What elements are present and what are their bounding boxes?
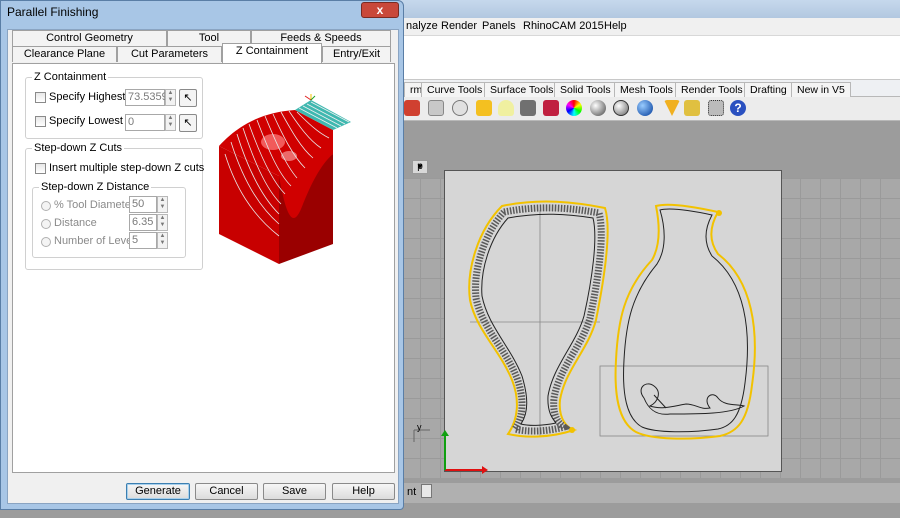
stepdown-distance-group: Step-down Z Distance % Tool Diameter 50 … [32, 181, 186, 258]
menu-help[interactable]: Help [604, 20, 627, 32]
y-axis-arrow-icon [441, 430, 449, 436]
number-of-levels-label: Number of Levels [54, 235, 141, 247]
tool-diameter-label: % Tool Diameter [54, 199, 135, 211]
toolbar-tab-mesh-tools[interactable]: Mesh Tools [614, 82, 679, 97]
viewport-drawing[interactable] [400, 170, 900, 480]
help-button[interactable]: Help [332, 483, 395, 500]
circle-tool-icon[interactable] [452, 100, 468, 116]
menu-analyze[interactable]: nalyze [406, 20, 438, 32]
viewport-tabs-bar [400, 483, 900, 503]
pick-highest-z-cursor-icon[interactable]: ↖ [179, 89, 197, 107]
right-vase-outline [623, 208, 748, 433]
toolbar-tab-render-tools[interactable]: Render Tools [675, 82, 749, 97]
z-containment-group-title: Z Containment [32, 71, 109, 83]
specify-lowest-z-checkbox[interactable] [35, 116, 46, 127]
tool-diameter-radio[interactable] [41, 201, 51, 211]
distance-stepper[interactable]: ▲ ▼ [157, 214, 168, 231]
toolbar-tab-surface-tools[interactable]: Surface Tools [484, 82, 560, 97]
left-vase-inner-edge [481, 213, 596, 426]
toolbar-tab-curve-tools[interactable]: Curve Tools [421, 82, 489, 97]
help-icon[interactable]: ? [730, 100, 746, 116]
blue-sphere-icon[interactable] [637, 100, 653, 116]
z-containment-group: Z Containment Specify Highest Z 73.5359 … [25, 71, 203, 139]
distance-label: Distance [54, 217, 97, 229]
stepdown-group-title: Step-down Z Cuts [32, 142, 125, 154]
distance-field[interactable]: 6.35 [129, 214, 157, 231]
number-of-levels-field[interactable]: 5 [129, 232, 157, 249]
z-containment-panel: Z Containment Specify Highest Z 73.5359 … [12, 63, 395, 473]
specify-highest-z-label: Specify Highest Z [49, 91, 136, 103]
specify-lowest-z-label: Specify Lowest Z [49, 115, 133, 127]
gear-icon[interactable] [684, 100, 700, 116]
highest-z-field[interactable]: 73.5359 [125, 89, 168, 106]
toolbar-tab-drafting[interactable]: Drafting [744, 82, 793, 97]
tool-diameter-stepper[interactable]: ▲ ▼ [157, 196, 168, 213]
tool-diameter-field[interactable]: 50 [129, 196, 157, 213]
stepdown-distance-title: Step-down Z Distance [39, 181, 152, 193]
tab-entry-exit[interactable]: Entry/Exit [322, 46, 391, 62]
material-icon[interactable] [543, 100, 559, 116]
axis-y-label: y [417, 422, 422, 432]
lock-icon[interactable] [520, 100, 536, 116]
lightbulb-icon[interactable] [498, 100, 514, 116]
lowest-z-field[interactable]: 0 [125, 114, 165, 131]
tool-red-icon[interactable] [404, 100, 420, 116]
curve-icon[interactable] [428, 100, 444, 116]
z-containment-preview-image [219, 94, 351, 264]
color-wheel-icon[interactable] [566, 100, 582, 116]
right-vase-start-point [716, 210, 722, 216]
insert-multiple-stepdown-checkbox[interactable] [35, 163, 46, 174]
parallel-finishing-dialog: Parallel Finishing x Control Geometry To… [0, 0, 404, 510]
tab-control-geometry[interactable]: Control Geometry [12, 30, 167, 46]
viewport-tab-dropdown[interactable] [421, 484, 432, 498]
x-axis-arrow-icon [482, 466, 488, 474]
toolbar-tab-solid-tools[interactable]: Solid Tools [554, 82, 617, 97]
menu-render[interactable]: Render [441, 20, 477, 32]
number-of-levels-stepper[interactable]: ▲ ▼ [157, 232, 168, 249]
stepdown-z-cuts-group: Step-down Z Cuts Insert multiple step-do… [25, 142, 205, 270]
menu-panels[interactable]: Panels [482, 20, 516, 32]
dimension-icon[interactable] [708, 100, 724, 116]
cancel-button[interactable]: Cancel [195, 483, 258, 500]
specify-highest-z-checkbox[interactable] [35, 92, 46, 103]
tab-z-containment[interactable]: Z Containment [222, 43, 322, 63]
point-tool-icon[interactable] [476, 100, 492, 116]
number-of-levels-radio[interactable] [41, 237, 51, 247]
highest-z-stepper[interactable]: ▲ ▼ [165, 89, 176, 106]
distance-radio[interactable] [41, 219, 51, 229]
dialog-title: Parallel Finishing [7, 5, 99, 19]
rendered-sphere-icon[interactable] [613, 100, 629, 116]
save-button[interactable]: Save [263, 483, 326, 500]
menu-rhinocam[interactable]: RhinoCAM 2015 [523, 20, 604, 32]
dialog-body: Control Geometry Tool Feeds & Speeds Cle… [7, 29, 399, 504]
generate-button[interactable]: Generate [126, 483, 190, 500]
shaded-sphere-icon[interactable] [590, 100, 606, 116]
viewport-tab-label[interactable]: nt [407, 486, 416, 498]
lowest-z-stepper[interactable]: ▲ ▼ [165, 114, 176, 131]
pick-lowest-z-cursor-icon[interactable]: ↖ [179, 114, 197, 132]
engraving-curve [640, 383, 746, 415]
tab-cut-parameters[interactable]: Cut Parameters [117, 46, 222, 62]
close-button[interactable]: x [361, 2, 399, 18]
left-vase-start-point [569, 427, 575, 433]
right-vase-boundary [614, 203, 756, 440]
toolbar-tab-new-in-v5[interactable]: New in V5 [791, 82, 851, 97]
tab-clearance-plane[interactable]: Clearance Plane [12, 46, 117, 62]
insert-multiple-stepdown-label: Insert multiple step-down Z cuts [49, 162, 205, 174]
flag-icon[interactable] [664, 100, 680, 116]
